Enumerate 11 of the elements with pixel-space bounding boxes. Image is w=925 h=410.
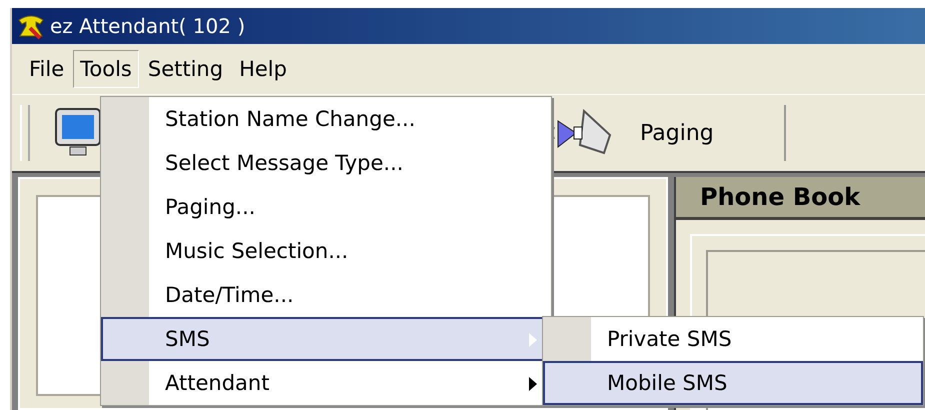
menu-item[interactable]: Date/Time...: [101, 273, 551, 317]
window-title: ez Attendant( 102 ): [50, 14, 246, 38]
menu-bar-item[interactable]: File: [22, 50, 72, 88]
menu-bar-item[interactable]: Tools: [73, 50, 139, 88]
menu-item[interactable]: Paging...: [101, 185, 551, 229]
menu-bar-item[interactable]: Setting: [140, 50, 230, 88]
menu-bar-item[interactable]: Help: [232, 50, 294, 88]
panel-title: Phone Book: [676, 177, 925, 220]
toolbar-grip[interactable]: [20, 105, 30, 161]
menu-item[interactable]: Music Selection...: [101, 229, 551, 273]
menu-item[interactable]: Mobile SMS: [543, 361, 923, 405]
